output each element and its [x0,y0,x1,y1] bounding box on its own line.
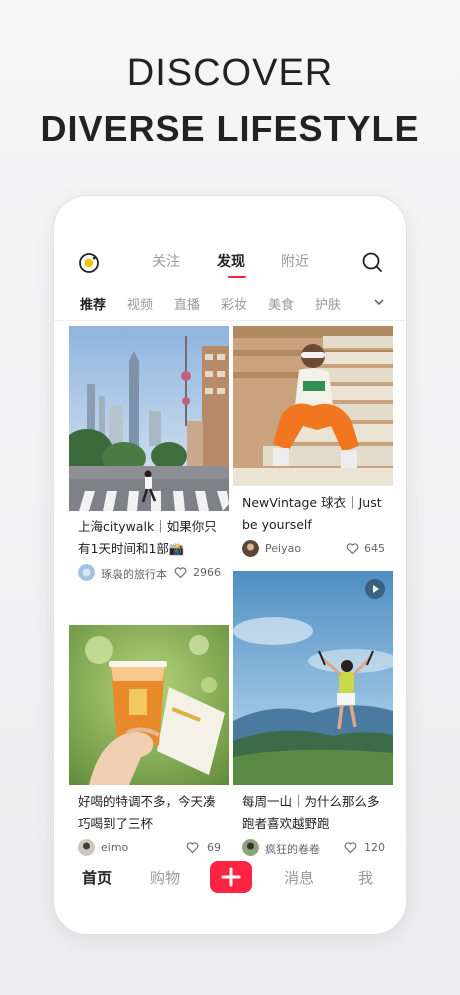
category-bar: 推荐 视频 直播 彩妆 美食 护肤 [54,294,406,318]
tab-following[interactable]: 关注 [152,251,180,271]
note-meta: eimo 69 [78,839,221,857]
note-title[interactable]: 每周一山｜为什么那么多跑者喜欢越野跑 [242,791,385,835]
note-meta: Peiyao 645 [242,540,385,558]
note-card[interactable]: 上海citywalk｜如果你只有1天时间和1部📸 琢袅的旅行本 2966 [69,326,229,621]
headline-discover: DISCOVER [126,52,334,94]
divider [54,320,406,321]
drink-cup-photo [69,625,229,785]
tab-nearby[interactable]: 附近 [281,251,309,271]
category-recommend[interactable]: 推荐 [80,294,106,313]
note-meta: 疯狂的卷卷 120 [242,839,385,857]
note-card[interactable]: NewVintage 球衣｜Just be yourself Peiyao 64… [233,326,393,566]
nav-home[interactable]: 首页 [82,867,112,888]
like-count: 120 [364,841,385,854]
heart-icon[interactable] [186,841,199,854]
author-name[interactable]: eimo [101,841,128,854]
trail-running-photo [233,571,393,785]
search-icon[interactable] [361,251,383,273]
author-name[interactable]: Peiyao [265,542,301,555]
nav-shopping[interactable]: 购物 [150,867,180,888]
avatar[interactable] [242,839,259,856]
chevron-down-icon[interactable] [372,295,386,309]
tab-discover[interactable]: 发现 [217,251,245,271]
feed-grid: 上海citywalk｜如果你只有1天时间和1部📸 琢袅的旅行本 2966 New… [54,326,406,861]
note-meta: 琢袅的旅行本 2966 [78,564,221,582]
vintage-outfit-photo [233,326,393,486]
phone-frame: 关注 发现 附近 推荐 视频 直播 彩妆 美食 护肤 上海citywalk｜如果… [53,195,407,935]
note-title[interactable]: NewVintage 球衣｜Just be yourself [242,492,385,536]
heart-icon[interactable] [346,542,359,555]
like-count: 69 [207,841,221,854]
category-makeup[interactable]: 彩妆 [221,294,247,313]
note-title[interactable]: 好喝的特调不多，今天凑巧喝到了三杯 [78,791,221,835]
add-post-button[interactable] [210,861,252,893]
plus-icon [221,867,241,887]
avatar[interactable] [78,564,95,581]
heart-icon[interactable] [344,841,357,854]
category-live[interactable]: 直播 [174,294,200,313]
nav-messages[interactable]: 消息 [284,867,314,888]
top-navigation: 关注 发现 附近 [54,251,406,281]
active-tab-indicator [228,276,246,278]
like-count: 645 [364,542,385,555]
category-skincare[interactable]: 护肤 [315,294,341,313]
avatar[interactable] [242,540,259,557]
category-food[interactable]: 美食 [268,294,294,313]
category-video[interactable]: 视频 [127,294,153,313]
play-video-icon[interactable] [365,579,385,599]
avatar[interactable] [78,839,95,856]
author-name[interactable]: 琢袅的旅行本 [101,566,167,582]
headline-diverse-lifestyle: DIVERSE LIFESTYLE [40,108,420,149]
note-card[interactable]: 好喝的特调不多，今天凑巧喝到了三杯 eimo 69 [69,625,229,861]
shanghai-street-photo [69,326,229,511]
heart-icon[interactable] [174,566,187,579]
nav-me[interactable]: 我 [358,867,373,888]
like-count: 2966 [193,566,221,579]
note-title[interactable]: 上海citywalk｜如果你只有1天时间和1部📸 [78,516,221,560]
camera-lens-icon[interactable] [78,252,100,274]
bottom-navigation: 首页 购物 消息 我 [54,859,406,909]
note-card[interactable]: 每周一山｜为什么那么多跑者喜欢越野跑 疯狂的卷卷 120 [233,571,393,861]
author-name[interactable]: 疯狂的卷卷 [265,841,320,857]
